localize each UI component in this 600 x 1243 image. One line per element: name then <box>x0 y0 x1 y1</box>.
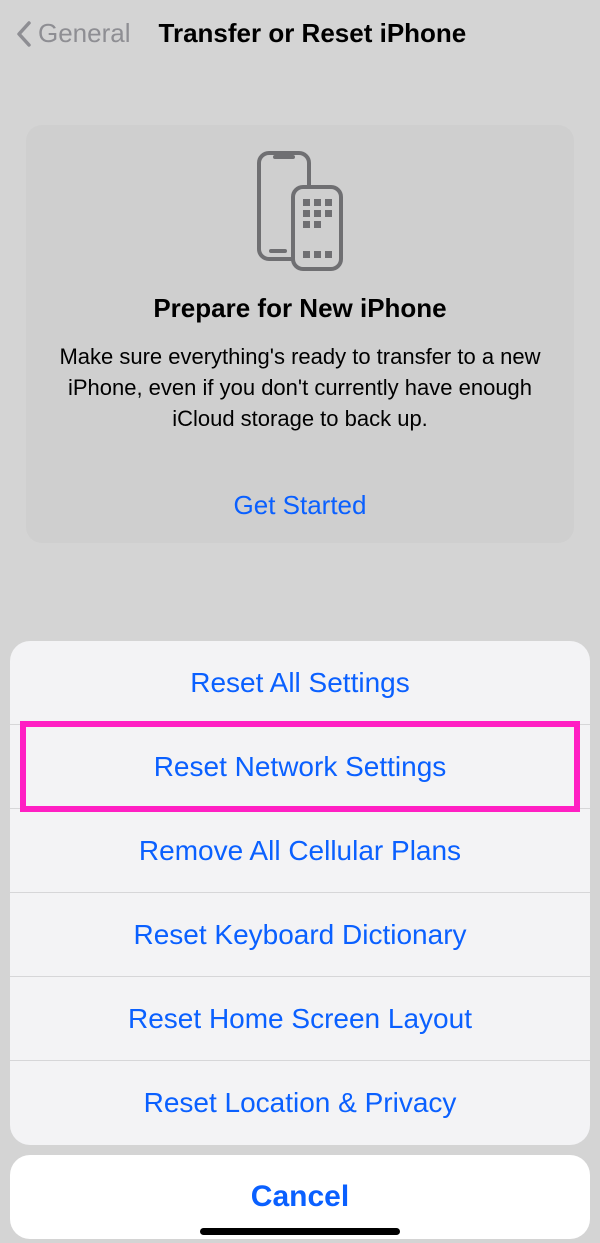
home-indicator[interactable] <box>200 1228 400 1235</box>
cancel-button[interactable]: Cancel <box>10 1155 590 1239</box>
page-title: Transfer or Reset iPhone <box>159 18 467 49</box>
option-label: Remove All Cellular Plans <box>139 835 461 867</box>
prepare-card: Prepare for New iPhone Make sure everyth… <box>26 125 574 543</box>
reset-options-group: Reset All Settings Reset Network Setting… <box>10 641 590 1145</box>
remove-all-cellular-plans-option[interactable]: Remove All Cellular Plans <box>10 809 590 893</box>
chevron-left-icon <box>16 21 32 47</box>
reset-all-settings-option[interactable]: Reset All Settings <box>10 641 590 725</box>
reset-action-sheet: Reset All Settings Reset Network Setting… <box>0 641 600 1243</box>
reset-location-privacy-option[interactable]: Reset Location & Privacy <box>10 1061 590 1145</box>
back-button[interactable]: General <box>16 18 131 49</box>
reset-home-screen-layout-option[interactable]: Reset Home Screen Layout <box>10 977 590 1061</box>
option-label: Reset Location & Privacy <box>144 1087 457 1119</box>
reset-network-settings-option[interactable]: Reset Network Settings <box>10 725 590 809</box>
prepare-description: Make sure everything's ready to transfer… <box>54 342 546 434</box>
cancel-label: Cancel <box>251 1180 349 1214</box>
option-label: Reset Keyboard Dictionary <box>133 919 466 951</box>
prepare-title: Prepare for New iPhone <box>54 293 546 324</box>
cancel-group: Cancel <box>10 1155 590 1239</box>
get-started-button[interactable]: Get Started <box>54 490 546 521</box>
devices-icon <box>54 151 546 271</box>
nav-bar: General Transfer or Reset iPhone <box>0 0 600 65</box>
reset-keyboard-dictionary-option[interactable]: Reset Keyboard Dictionary <box>10 893 590 977</box>
option-label: Reset All Settings <box>190 667 409 699</box>
back-label: General <box>38 18 131 49</box>
option-label: Reset Network Settings <box>154 751 447 783</box>
option-label: Reset Home Screen Layout <box>128 1003 472 1035</box>
